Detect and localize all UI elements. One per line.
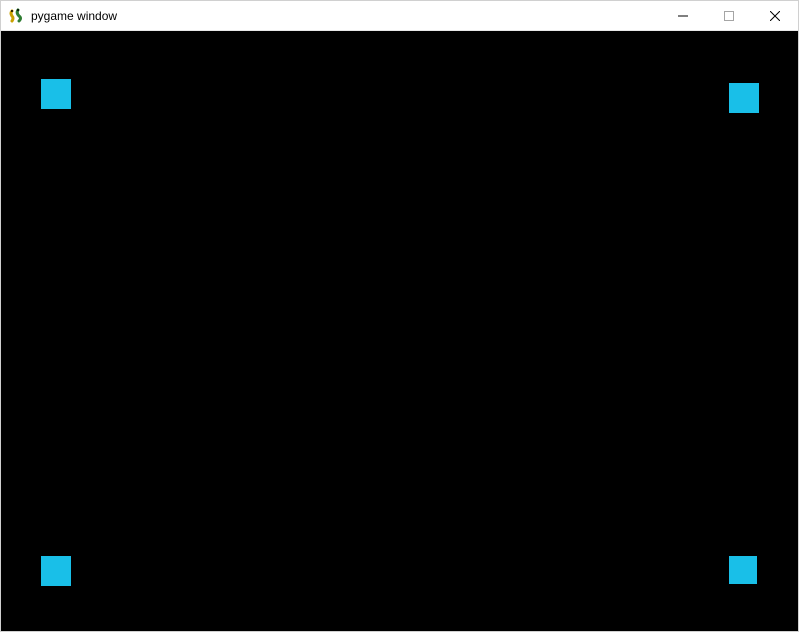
game-square-bottom-right	[729, 556, 757, 584]
game-square-top-right	[729, 83, 759, 113]
game-canvas[interactable]	[1, 31, 798, 631]
window-title: pygame window	[31, 9, 660, 23]
maximize-button[interactable]	[706, 1, 752, 30]
application-window: pygame window	[0, 0, 799, 632]
game-square-bottom-left	[41, 556, 71, 586]
titlebar[interactable]: pygame window	[1, 1, 798, 31]
window-controls	[660, 1, 798, 30]
minimize-button[interactable]	[660, 1, 706, 30]
game-square-top-left	[41, 79, 71, 109]
close-button[interactable]	[752, 1, 798, 30]
pygame-snake-icon	[9, 8, 25, 24]
